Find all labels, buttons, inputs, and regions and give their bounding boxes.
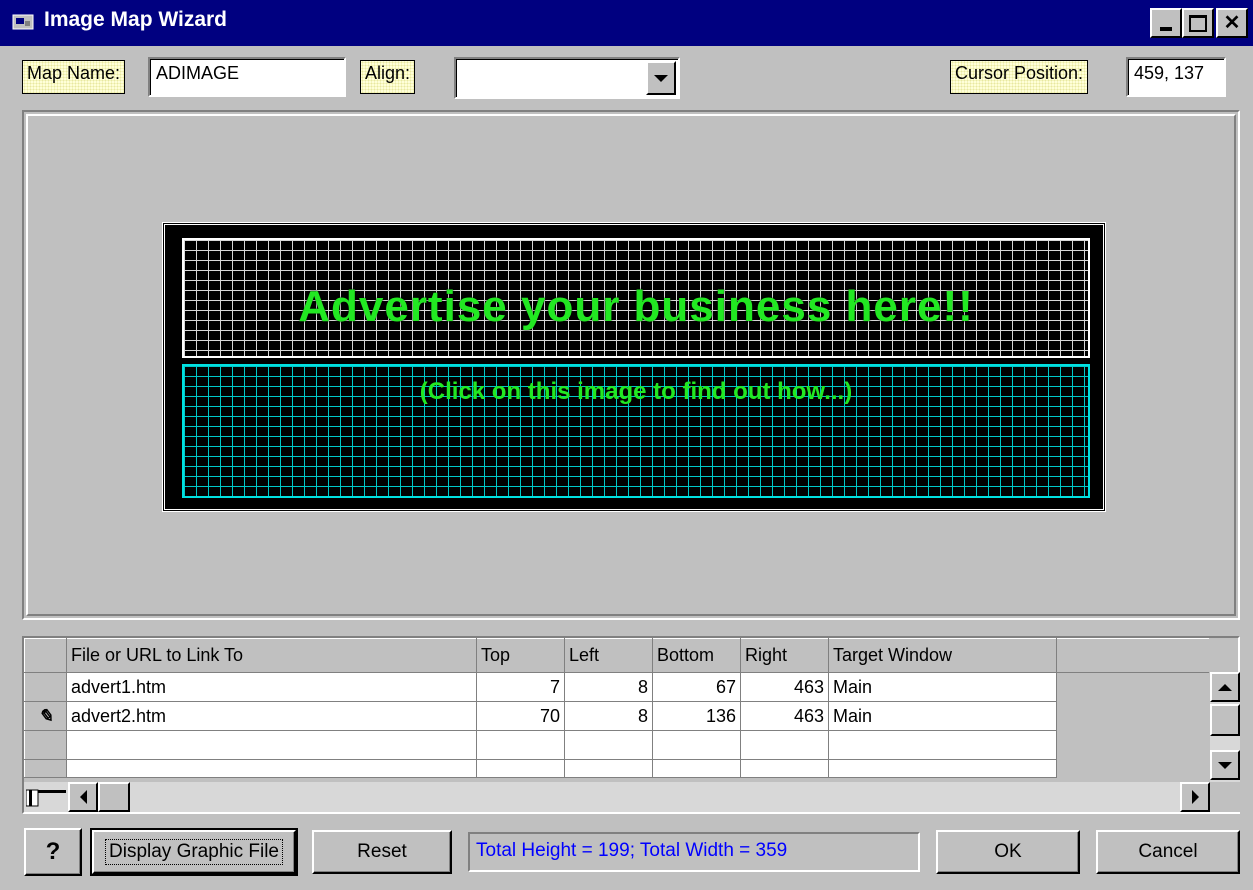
row-filler xyxy=(1057,702,1209,731)
cell-left[interactable]: 8 xyxy=(564,701,653,731)
cell-top[interactable]: 70 xyxy=(476,701,565,731)
scroll-corner xyxy=(1210,782,1240,812)
cancel-button[interactable]: Cancel xyxy=(1096,830,1240,874)
cell-target[interactable] xyxy=(828,730,1057,760)
window-title: Image Map Wizard xyxy=(44,8,228,31)
align-select[interactable] xyxy=(454,57,680,99)
vertical-scroll-thumb[interactable] xyxy=(1210,704,1240,736)
help-icon: ? xyxy=(45,838,61,865)
row-filler xyxy=(1057,673,1209,702)
scroll-left-button[interactable] xyxy=(68,782,98,812)
column-header-top[interactable]: Top xyxy=(476,638,565,673)
size-status: Total Height = 199; Total Width = 359 xyxy=(468,832,920,872)
row-selector[interactable]: ✎ xyxy=(24,701,67,731)
scroll-up-button[interactable] xyxy=(1210,672,1240,702)
header-filler xyxy=(1056,638,1209,673)
cell-right[interactable] xyxy=(740,730,829,760)
table-row[interactable] xyxy=(24,759,1209,778)
cell-right[interactable] xyxy=(740,759,829,778)
column-header-file[interactable]: File or URL to Link To xyxy=(66,638,477,673)
horizontal-scrollbar[interactable] xyxy=(24,782,1240,812)
cell-right[interactable]: 463 xyxy=(740,701,829,731)
scroll-down-button[interactable] xyxy=(1210,750,1240,780)
cell-top[interactable]: 7 xyxy=(476,672,565,702)
minimize-button[interactable] xyxy=(1150,8,1182,38)
cell-right[interactable]: 463 xyxy=(740,672,829,702)
cell-target[interactable] xyxy=(828,759,1057,778)
column-header-left[interactable]: Left xyxy=(564,638,653,673)
maximize-button[interactable] xyxy=(1182,8,1214,38)
cell-file[interactable] xyxy=(66,730,477,760)
map-name-label: Map Name: xyxy=(22,60,126,94)
table-row[interactable]: advert1.htm 7 8 67 463 Main xyxy=(24,672,1209,702)
image-subline: (Click on this image to find out how...) xyxy=(419,378,853,405)
row-selector[interactable] xyxy=(24,759,67,778)
reset-button[interactable]: Reset xyxy=(312,830,452,874)
cell-bottom[interactable] xyxy=(652,730,741,760)
minimize-icon xyxy=(1160,27,1172,31)
header-corner[interactable] xyxy=(24,638,67,673)
column-header-bottom[interactable]: Bottom xyxy=(652,638,741,673)
align-dropdown-button[interactable] xyxy=(646,61,676,95)
close-button[interactable]: ✕ xyxy=(1216,8,1248,38)
cell-top[interactable] xyxy=(476,759,565,778)
cell-file[interactable]: advert1.htm xyxy=(66,672,477,702)
cell-bottom[interactable] xyxy=(652,759,741,778)
align-label: Align: xyxy=(360,60,416,94)
arrow-down-icon xyxy=(1218,761,1232,769)
column-header-right[interactable]: Right xyxy=(740,638,829,673)
vertical-scrollbar[interactable] xyxy=(1210,672,1240,782)
table-row[interactable]: ✎ advert2.htm 70 8 136 463 Main xyxy=(24,701,1209,731)
cell-target[interactable]: Main xyxy=(828,672,1057,702)
cell-left[interactable] xyxy=(564,730,653,760)
ok-button[interactable]: OK xyxy=(936,830,1080,874)
row-selector[interactable] xyxy=(24,672,67,702)
cell-bottom[interactable]: 136 xyxy=(652,701,741,731)
arrow-up-icon xyxy=(1218,683,1232,691)
link-table: File or URL to Link To Top Left Bottom R… xyxy=(24,638,1209,778)
horizontal-scroll-thumb[interactable] xyxy=(98,782,130,812)
column-header-target[interactable]: Target Window xyxy=(828,638,1057,673)
display-graphic-file-label: Display Graphic File xyxy=(105,839,283,865)
cell-left[interactable] xyxy=(564,759,653,778)
cell-file[interactable]: advert2.htm xyxy=(66,701,477,731)
arrow-right-icon xyxy=(1191,790,1199,804)
cell-target[interactable]: Main xyxy=(828,701,1057,731)
close-icon: ✕ xyxy=(1223,12,1241,34)
app-icon[interactable] xyxy=(12,13,34,31)
pencil-icon: ✎ xyxy=(37,705,54,726)
cell-top[interactable] xyxy=(476,730,565,760)
cursor-position-field: 459, 137 xyxy=(1126,57,1226,97)
display-graphic-file-button[interactable]: Display Graphic File xyxy=(90,828,298,876)
table-row[interactable] xyxy=(24,730,1209,760)
map-name-input[interactable]: ADIMAGE xyxy=(148,57,346,97)
row-filler xyxy=(1057,760,1209,778)
cell-left[interactable]: 8 xyxy=(564,672,653,702)
arrow-left-icon xyxy=(79,790,87,804)
split-handle-icon[interactable] xyxy=(25,786,66,808)
row-filler xyxy=(1057,731,1209,760)
scroll-right-button[interactable] xyxy=(1180,782,1210,812)
maximize-icon xyxy=(1189,14,1207,32)
cell-bottom[interactable]: 67 xyxy=(652,672,741,702)
row-selector[interactable] xyxy=(24,730,67,760)
help-button[interactable]: ? xyxy=(24,828,82,876)
cursor-position-label: Cursor Position: xyxy=(950,60,1089,94)
title-bar[interactable]: Image Map Wizard ✕ xyxy=(0,0,1253,46)
table-header-row: File or URL to Link To Top Left Bottom R… xyxy=(24,638,1209,673)
image-headline: Advertise your business here!! xyxy=(298,282,974,331)
chevron-down-icon xyxy=(654,74,668,82)
cell-file[interactable] xyxy=(66,759,477,778)
